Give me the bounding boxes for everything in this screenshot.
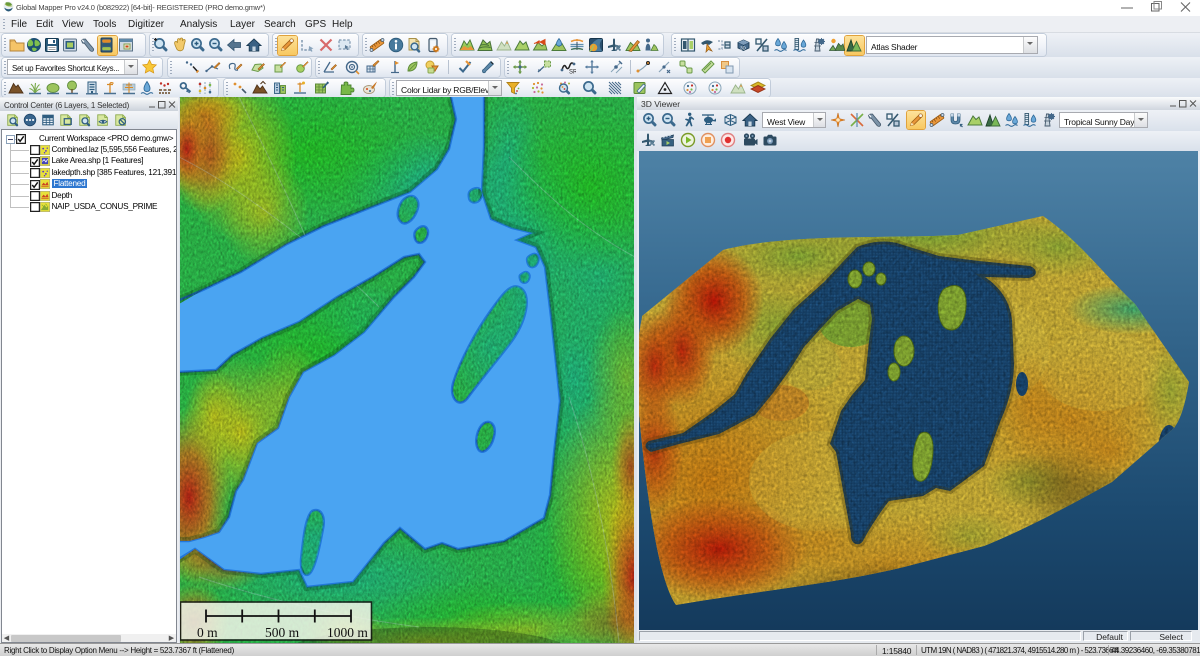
svg-text:0 m: 0 m: [197, 625, 218, 640]
svg-text:1000 m: 1000 m: [327, 625, 368, 640]
svg-text:500 m: 500 m: [265, 625, 300, 640]
